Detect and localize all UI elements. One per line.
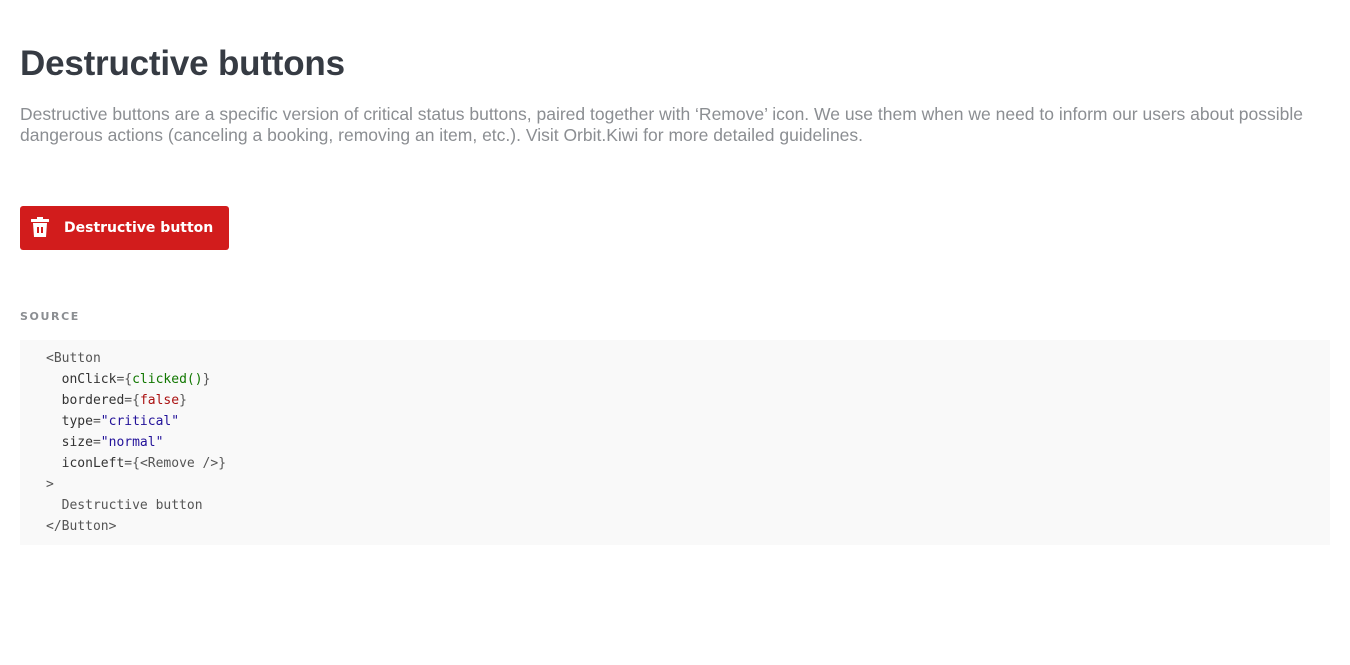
destructive-button-label: Destructive button: [64, 220, 214, 236]
code-children-text: Destructive button: [61, 498, 203, 513]
code-line: size="normal": [46, 432, 1330, 453]
code-punct: }: [202, 372, 211, 387]
code-attr: type: [61, 414, 93, 429]
code-value: "critical": [100, 414, 180, 429]
code-punct: }: [179, 393, 187, 408]
code-closing-tag: </Button>: [46, 519, 117, 534]
code-punct: }: [218, 456, 227, 471]
code-attr: size: [61, 435, 93, 450]
code-value: false: [139, 393, 180, 408]
code-line: >: [46, 474, 1330, 495]
code-line: onClick={clicked()}: [46, 369, 1330, 390]
source-code-block: <Button onClick={clicked()} bordered={fa…: [20, 340, 1330, 545]
trash-icon: [31, 217, 49, 237]
code-attr: iconLeft: [61, 456, 125, 471]
page-title: Destructive buttons: [20, 44, 345, 83]
code-line: bordered={false}: [46, 390, 1330, 411]
code-value: clicked(): [132, 372, 203, 387]
page-description: Destructive buttons are a specific versi…: [20, 104, 1304, 145]
code-line: Destructive button: [46, 495, 1330, 516]
code-punct: ={: [116, 372, 133, 387]
code-attr: bordered: [61, 393, 125, 408]
code-punct: ={: [124, 393, 140, 408]
code-line: </Button>: [46, 516, 1330, 537]
code-attr: onClick: [61, 372, 117, 387]
destructive-button[interactable]: Destructive button: [20, 206, 229, 250]
code-punct: =: [92, 414, 101, 429]
code-value: <Remove />: [139, 456, 219, 471]
code-line: <Button: [46, 348, 1330, 369]
code-punct: ={: [124, 456, 140, 471]
source-heading: SOURCE: [20, 310, 80, 323]
code-punct: =: [92, 435, 101, 450]
code-line: type="critical": [46, 411, 1330, 432]
code-value: "normal": [100, 435, 164, 450]
code-line: iconLeft={<Remove />}: [46, 453, 1330, 474]
code-open-tag: <Button: [46, 351, 101, 366]
code-tag-close: >: [46, 477, 54, 492]
